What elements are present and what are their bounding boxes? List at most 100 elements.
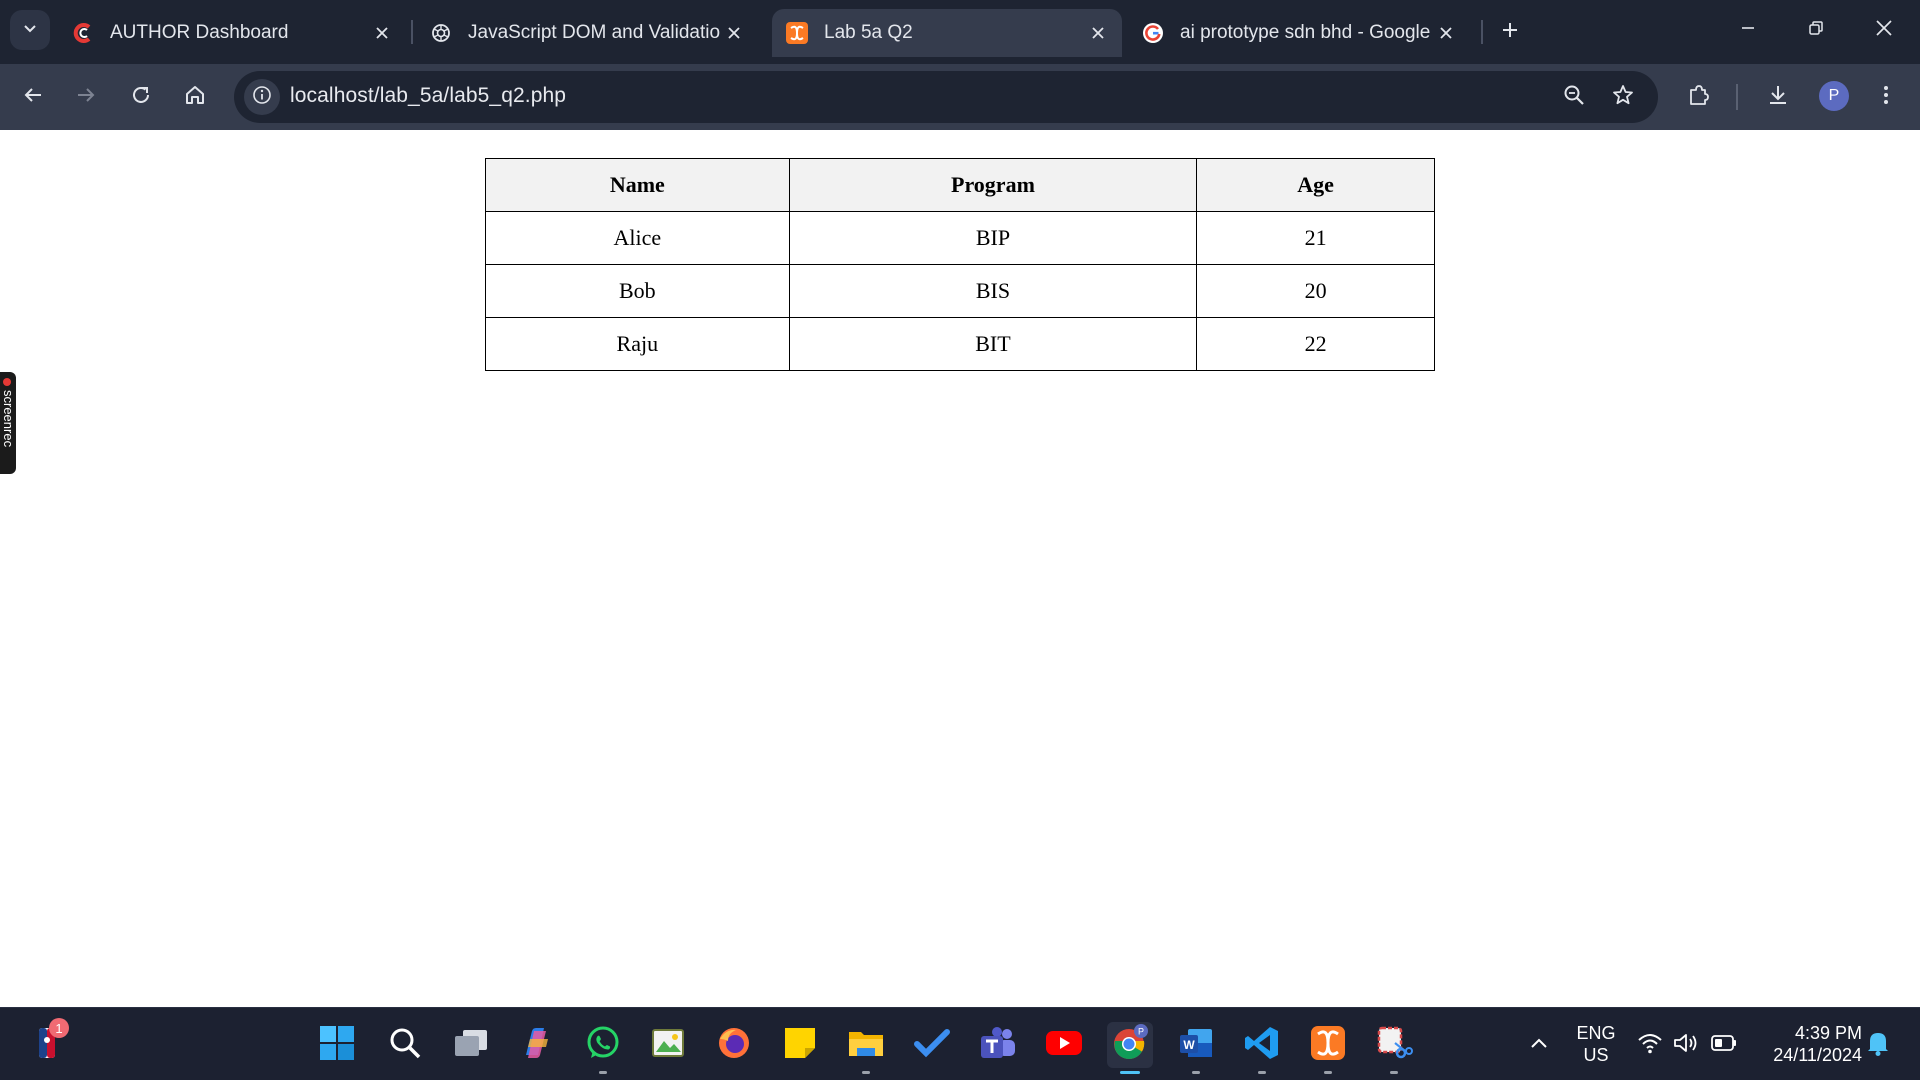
browser-toolbar: localhost/lab_5a/lab5_q2.php P xyxy=(0,64,1920,130)
downloads-button[interactable] xyxy=(1758,77,1798,117)
photos-button[interactable] xyxy=(645,1022,691,1068)
tab-separator xyxy=(411,20,413,44)
xampp-icon xyxy=(786,22,808,44)
new-tab-button[interactable] xyxy=(1492,14,1528,50)
plus-icon xyxy=(1501,21,1519,44)
zoom-button[interactable] xyxy=(1558,81,1590,113)
profile-avatar[interactable]: P xyxy=(1819,81,1849,111)
running-indicator xyxy=(599,1071,607,1074)
close-icon[interactable] xyxy=(1432,19,1460,47)
close-icon[interactable] xyxy=(720,19,748,47)
whatsapp-button[interactable] xyxy=(580,1022,626,1074)
wifi-button[interactable] xyxy=(1630,1022,1670,1068)
extensions-button[interactable] xyxy=(1679,77,1719,117)
task-view-button[interactable] xyxy=(448,1022,494,1068)
restore-button[interactable] xyxy=(1786,8,1846,52)
notification-badge: 1 xyxy=(49,1018,69,1038)
tab-title: ai prototype sdn bhd - Google S xyxy=(1180,22,1432,43)
tab-author-dashboard[interactable]: AUTHOR Dashboard xyxy=(58,9,406,57)
chevron-down-icon xyxy=(22,20,38,41)
tab-google-search[interactable]: ai prototype sdn bhd - Google S xyxy=(1128,9,1470,57)
firefox-icon xyxy=(716,1025,752,1066)
cell-program: BIS xyxy=(788,264,1198,318)
vscode-button[interactable] xyxy=(1239,1022,1285,1074)
todo-icon xyxy=(914,1028,950,1063)
copilot-icon xyxy=(518,1025,554,1066)
youtube-button[interactable] xyxy=(1041,1022,1087,1068)
language-indicator[interactable]: ENG US xyxy=(1570,1022,1622,1066)
file-explorer-button[interactable] xyxy=(843,1022,889,1074)
sticky-notes-icon xyxy=(783,1026,817,1065)
url-text[interactable]: localhost/lab_5a/lab5_q2.php xyxy=(290,84,566,108)
battery-button[interactable] xyxy=(1704,1022,1744,1068)
firefox-button[interactable] xyxy=(711,1022,757,1068)
bookmark-button[interactable] xyxy=(1607,81,1639,113)
snipping-tool-button[interactable] xyxy=(1371,1022,1417,1074)
home-icon xyxy=(184,84,206,111)
menu-button[interactable] xyxy=(1866,77,1906,117)
chrome-button[interactable]: P xyxy=(1107,1022,1153,1074)
home-button[interactable] xyxy=(175,77,215,117)
clock[interactable]: 4:39 PM 24/11/2024 xyxy=(1752,1022,1862,1066)
tab-strip: AUTHOR Dashboard JavaScript DOM and Vali… xyxy=(0,0,1920,64)
running-indicator xyxy=(1324,1071,1332,1074)
notifications-button[interactable] xyxy=(1858,1022,1898,1068)
cell-name: Raju xyxy=(485,317,790,371)
cell-age: 22 xyxy=(1196,317,1435,371)
tab-lab-5a-q2[interactable]: Lab 5a Q2 xyxy=(772,9,1122,57)
minimize-button[interactable] xyxy=(1718,8,1778,52)
region-code: US xyxy=(1583,1045,1609,1065)
task-view-icon xyxy=(453,1028,489,1063)
site-info-button[interactable] xyxy=(244,79,280,115)
back-button[interactable] xyxy=(13,77,53,117)
teams-icon xyxy=(979,1026,1017,1065)
tab-separator xyxy=(1481,20,1483,44)
chrome-icon: P xyxy=(1111,1023,1149,1067)
teams-button[interactable] xyxy=(975,1022,1021,1068)
copilot-button[interactable] xyxy=(513,1022,559,1068)
svg-text:P: P xyxy=(1138,1026,1144,1036)
forward-button[interactable] xyxy=(66,77,106,117)
cell-age: 21 xyxy=(1196,211,1435,265)
column-header-name: Name xyxy=(485,158,790,212)
download-icon xyxy=(1766,83,1790,112)
close-window-button[interactable] xyxy=(1854,8,1914,52)
xampp-button[interactable] xyxy=(1305,1022,1351,1074)
cell-program: BIT xyxy=(788,317,1198,371)
screenrec-widget[interactable]: screenrec xyxy=(0,372,16,474)
running-indicator xyxy=(1390,1071,1398,1074)
show-hidden-icons-button[interactable] xyxy=(1516,1022,1562,1068)
todo-button[interactable] xyxy=(909,1022,955,1068)
wifi-icon xyxy=(1637,1032,1663,1059)
restore-icon xyxy=(1808,20,1824,41)
table-header-row: Name Program Age xyxy=(485,158,1435,212)
taskbar: P W ENG US 4:39 PM 24/11/2024 xyxy=(0,1007,1920,1080)
photos-icon xyxy=(650,1026,686,1065)
cell-program: BIP xyxy=(788,211,1198,265)
address-bar[interactable]: localhost/lab_5a/lab5_q2.php xyxy=(234,71,1658,123)
minimize-icon xyxy=(1740,20,1756,41)
tab-search-button[interactable] xyxy=(10,10,50,50)
word-button[interactable]: W xyxy=(1173,1022,1219,1074)
speaker-icon xyxy=(1673,1032,1699,1059)
reload-button[interactable] xyxy=(121,77,161,117)
whatsapp-icon xyxy=(585,1025,621,1066)
table-row: Bob BIS 20 xyxy=(485,264,1435,318)
sticky-notes-button[interactable] xyxy=(777,1022,823,1068)
xampp-icon xyxy=(1310,1025,1346,1066)
arrow-left-icon xyxy=(22,84,44,111)
volume-button[interactable] xyxy=(1666,1022,1706,1068)
search-button[interactable] xyxy=(382,1022,428,1068)
svg-text:W: W xyxy=(1183,1038,1195,1052)
arrow-right-icon xyxy=(75,84,97,111)
cell-name: Alice xyxy=(485,211,790,265)
close-icon[interactable] xyxy=(368,19,396,47)
close-icon[interactable] xyxy=(1084,19,1112,47)
youtube-icon xyxy=(1045,1029,1083,1062)
google-icon xyxy=(1142,22,1164,44)
tab-javascript-dom[interactable]: JavaScript DOM and Validation xyxy=(416,9,758,57)
battery-icon xyxy=(1711,1034,1737,1057)
start-icon xyxy=(319,1025,355,1066)
vscode-icon xyxy=(1244,1025,1280,1066)
start-button[interactable] xyxy=(314,1022,360,1068)
